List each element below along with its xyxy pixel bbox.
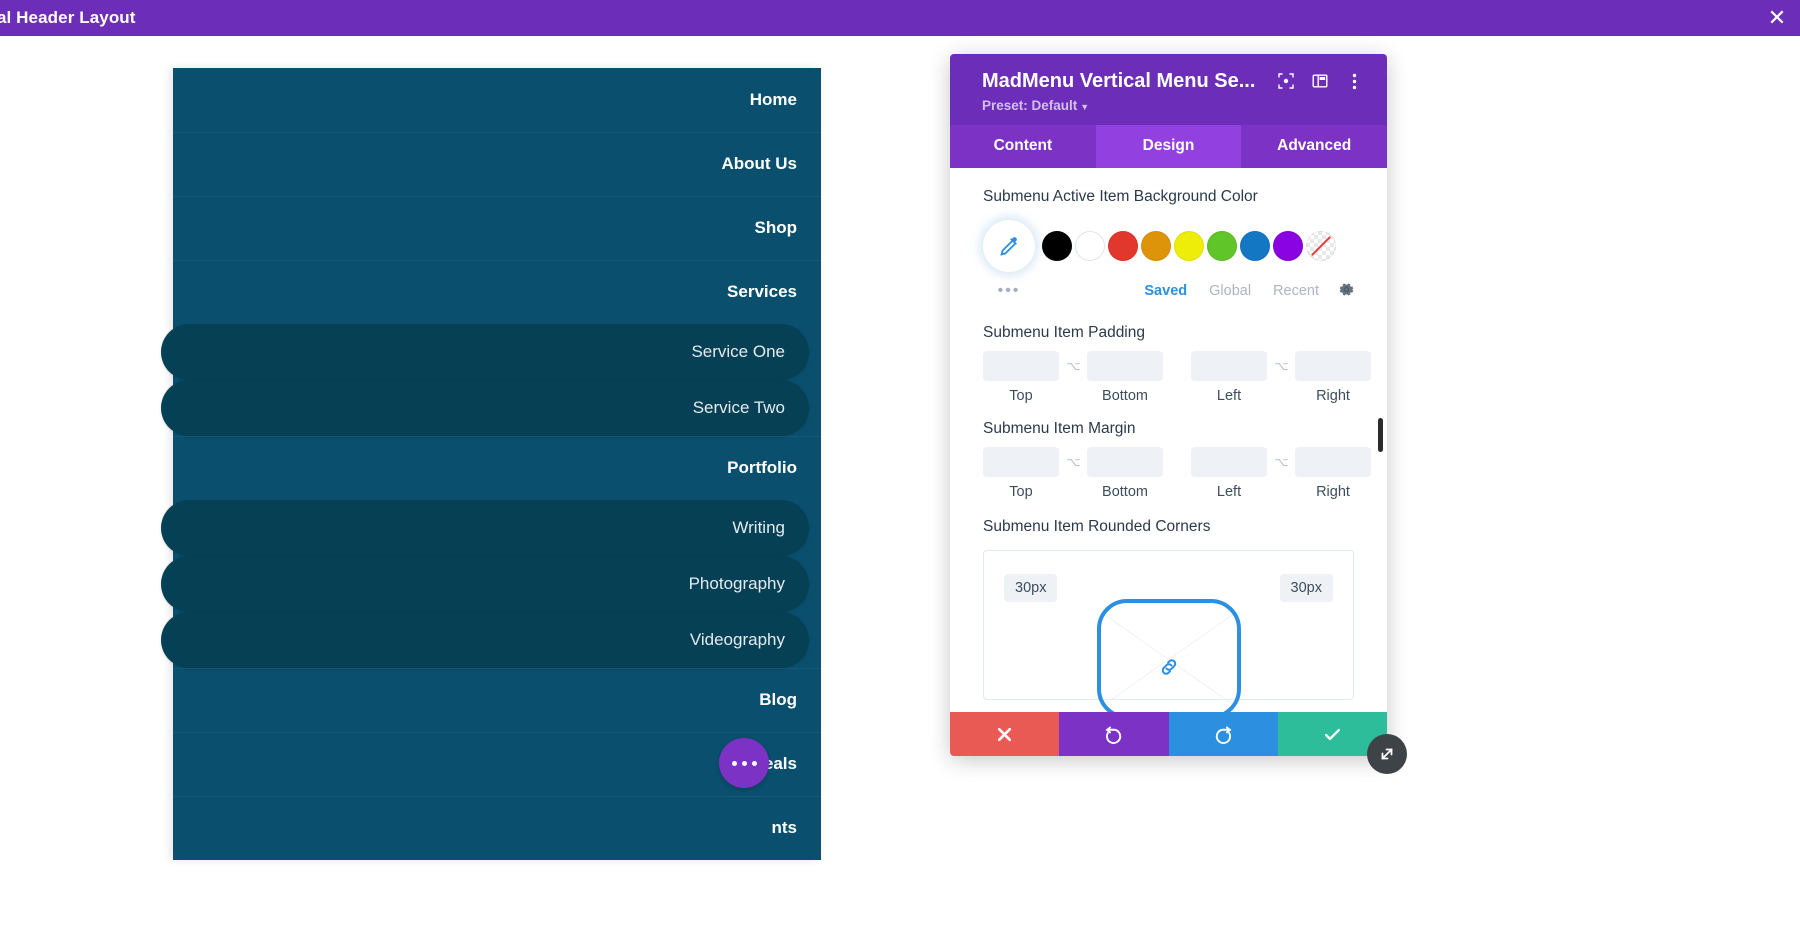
- focus-target-icon[interactable]: [1269, 68, 1303, 94]
- menu-item-services[interactable]: Services: [173, 260, 821, 324]
- color-source-global[interactable]: Global: [1209, 283, 1251, 299]
- vertical-menu-module[interactable]: Home About Us Shop Services Service One …: [161, 68, 821, 860]
- menu-item-blog[interactable]: Blog: [173, 668, 821, 732]
- swatch-transparent[interactable]: [1306, 231, 1336, 261]
- menu-item-home[interactable]: Home: [173, 68, 821, 132]
- submenu-item-service-two[interactable]: Service Two: [161, 380, 809, 436]
- redo-button[interactable]: [1168, 712, 1278, 756]
- corner-top-left-value[interactable]: 30px: [1004, 574, 1058, 602]
- submenu-item-rounded-corners-label: Submenu Item Rounded Corners: [983, 518, 1211, 535]
- swatch-red[interactable]: [1108, 231, 1138, 261]
- color-source-recent[interactable]: Recent: [1273, 283, 1319, 299]
- margin-bottom-input[interactable]: [1087, 447, 1163, 477]
- menu-item-events[interactable]: nts: [173, 796, 821, 860]
- preset-label: Preset: Default: [982, 98, 1078, 113]
- padding-bottom-input[interactable]: [1087, 351, 1163, 381]
- more-colors-icon[interactable]: •••: [983, 282, 1035, 300]
- color-swatch-row: [983, 220, 1354, 272]
- rounded-corners-control: 30px 30px: [983, 550, 1354, 712]
- modal-tabs: Content Design Advanced: [950, 125, 1387, 168]
- submenu-item-padding-group: Top ⌥ Bottom Left ⌥ Right: [983, 351, 1371, 404]
- more-vertical-icon[interactable]: [1337, 68, 1371, 94]
- global-header-bar: obal Header Layout ✕: [0, 0, 1800, 36]
- modal-action-bar: [950, 712, 1387, 756]
- padding-left-label: Left: [1216, 388, 1242, 404]
- page-title: obal Header Layout: [0, 8, 136, 27]
- submenu-active-bg-color-label: Submenu Active Item Background Color: [983, 188, 1258, 205]
- gear-icon[interactable]: [1339, 282, 1354, 301]
- swatch-yellow[interactable]: [1174, 231, 1204, 261]
- resize-diagonal-icon[interactable]: [1367, 734, 1407, 774]
- menu-item-about-us[interactable]: About Us: [173, 132, 821, 196]
- menu-item-portfolio[interactable]: Portfolio: [173, 436, 821, 500]
- tab-design[interactable]: Design: [1095, 125, 1242, 168]
- swatch-blue[interactable]: [1240, 231, 1270, 261]
- color-source-row: ••• Saved Global Recent: [983, 280, 1354, 302]
- margin-left-label: Left: [1216, 484, 1242, 500]
- margin-top-input[interactable]: [983, 447, 1059, 477]
- submenu-item-margin-label: Submenu Item Margin: [983, 420, 1136, 437]
- submenu-item-margin-group: Top ⌥ Bottom Left ⌥ Right: [983, 447, 1371, 500]
- padding-bottom-label: Bottom: [1102, 388, 1148, 404]
- preset-selector[interactable]: Preset: Default ▼: [982, 98, 1089, 113]
- module-settings-modal: MadMenu Vertical Menu Se... Preset: Defa…: [950, 54, 1387, 756]
- link-chain-icon[interactable]: ⌥: [1059, 351, 1087, 381]
- submenu-item-padding-label: Submenu Item Padding: [983, 324, 1145, 341]
- submenu-item-writing[interactable]: Writing: [161, 500, 809, 556]
- submenu-item-service-one[interactable]: Service One: [161, 324, 809, 380]
- padding-left-input[interactable]: [1191, 351, 1267, 381]
- chevron-down-icon: ▼: [1080, 102, 1090, 112]
- padding-top-input[interactable]: [983, 351, 1059, 381]
- submenu-services: Service One Service Two: [161, 324, 821, 436]
- padding-top-label: Top: [1009, 388, 1033, 404]
- dot: [751, 760, 757, 766]
- link-chain-icon[interactable]: [1157, 655, 1181, 685]
- tab-advanced[interactable]: Advanced: [1241, 125, 1387, 168]
- margin-left-input[interactable]: [1191, 447, 1267, 477]
- margin-bottom-label: Bottom: [1102, 484, 1148, 500]
- dot: [741, 760, 747, 766]
- margin-right-label: Right: [1316, 484, 1350, 500]
- settings-scroll-area: Submenu Active Item Background Color •••: [950, 168, 1387, 712]
- cancel-button[interactable]: [950, 712, 1060, 756]
- undo-button[interactable]: [1059, 712, 1169, 756]
- submenu-item-videography[interactable]: Videography: [161, 612, 809, 668]
- padding-right-input[interactable]: [1295, 351, 1371, 381]
- swatch-orange[interactable]: [1141, 231, 1171, 261]
- swatch-white[interactable]: [1075, 231, 1105, 261]
- layout-panel-icon[interactable]: [1303, 68, 1337, 94]
- close-icon[interactable]: ✕: [1754, 0, 1800, 36]
- margin-top-label: Top: [1009, 484, 1033, 500]
- swatch-purple[interactable]: [1273, 231, 1303, 261]
- modal-title: MadMenu Vertical Menu Se...: [982, 69, 1256, 92]
- margin-right-input[interactable]: [1295, 447, 1371, 477]
- scrollbar-track[interactable]: [1378, 168, 1385, 712]
- modal-header: MadMenu Vertical Menu Se... Preset: Defa…: [950, 54, 1387, 125]
- submenu-portfolio: Writing Photography Videography: [161, 500, 821, 668]
- color-source-saved[interactable]: Saved: [1144, 283, 1187, 299]
- dot: [731, 760, 737, 766]
- builder-canvas: Home About Us Shop Services Service One …: [0, 36, 1800, 927]
- corner-top-right-value[interactable]: 30px: [1279, 574, 1333, 602]
- menu-item-shop[interactable]: Shop: [173, 196, 821, 260]
- link-chain-icon[interactable]: ⌥: [1059, 447, 1087, 477]
- more-options-icon[interactable]: [719, 738, 769, 788]
- swatch-green[interactable]: [1207, 231, 1237, 261]
- tab-content[interactable]: Content: [950, 125, 1096, 168]
- link-chain-icon[interactable]: ⌥: [1267, 447, 1295, 477]
- padding-right-label: Right: [1316, 388, 1350, 404]
- link-chain-icon[interactable]: ⌥: [1267, 351, 1295, 381]
- submenu-item-photography[interactable]: Photography: [161, 556, 809, 612]
- scrollbar-thumb[interactable]: [1378, 418, 1383, 452]
- swatch-black[interactable]: [1042, 231, 1072, 261]
- eyedropper-icon[interactable]: [983, 220, 1035, 272]
